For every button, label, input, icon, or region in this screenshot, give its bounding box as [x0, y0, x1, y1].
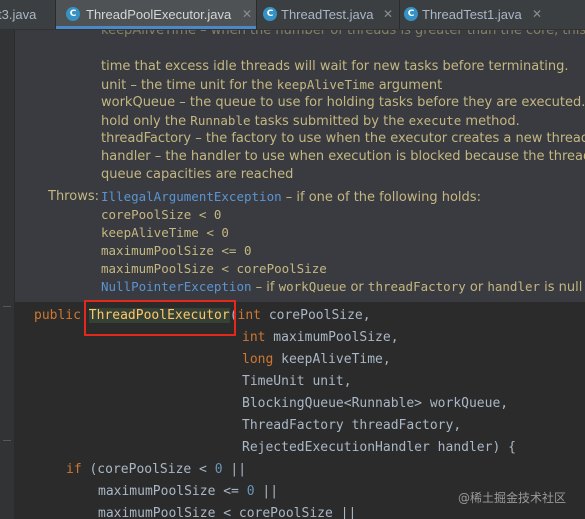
if-line: if (corePoolSize < 0 ||: [66, 462, 247, 477]
npe-line: NullPointerException – if workQueue or t…: [101, 279, 583, 295]
fold-marker[interactable]: [3, 306, 11, 307]
keyword-public: public: [34, 308, 81, 323]
java-class-icon: C: [404, 7, 418, 21]
exception-link[interactable]: IllegalArgumentException: [101, 189, 282, 204]
rendered-javadoc: keepAliveTime – when the number of threa…: [15, 30, 585, 302]
tab-label: ThreadTest1.java: [422, 7, 522, 22]
tab-label: ThreadPoolExecutor.java: [86, 7, 232, 22]
param-line: ThreadFactory threadFactory,: [242, 418, 462, 433]
doc-line: workQueue – the queue to use for holding…: [101, 95, 585, 110]
condition-line: maximumPoolSize < corePoolSize: [101, 261, 327, 276]
java-class-icon: C: [66, 7, 80, 21]
doc-line: threadFactory – the factory to use when …: [101, 131, 585, 146]
param-line: long keepAliveTime,: [242, 352, 391, 367]
doc-line: time that excess idle threads will wait …: [101, 59, 569, 74]
tab-threadtest-java[interactable]: C ThreadTest.java ✕: [257, 0, 399, 29]
watermark: @稀土掘金技术社区: [458, 491, 567, 505]
tab-t3-java[interactable]: t3.java: [0, 0, 54, 29]
param-line: int maximumPoolSize,: [242, 330, 399, 345]
throws-label: Throws:: [48, 189, 99, 204]
close-tab-icon[interactable]: ✕: [532, 0, 542, 29]
condition-line: maximumPoolSize <= 0: [101, 243, 252, 258]
annotation-highlight-box: [84, 300, 236, 336]
code-span: Runnable: [190, 113, 251, 128]
doc-line-hold: hold only the Runnable tasks submitted b…: [101, 113, 520, 129]
tab-label: ThreadTest.java: [281, 7, 374, 22]
close-tab-icon[interactable]: ✕: [383, 0, 393, 29]
close-tab-icon[interactable]: ✕: [242, 0, 252, 29]
exception-link[interactable]: NullPointerException: [101, 279, 252, 294]
editor-gutter[interactable]: [0, 30, 14, 519]
condition-line: corePoolSize < 0: [101, 207, 222, 222]
fold-marker[interactable]: [3, 440, 11, 441]
tab-threadpoolexecutor-java[interactable]: C ThreadPoolExecutor.java ✕: [56, 0, 256, 29]
throws-line: IllegalArgumentException – if one of the…: [101, 189, 481, 205]
doc-line-partial: keepAliveTime – when the number of threa…: [101, 30, 585, 38]
condition-code-line: maximumPoolSize < corePoolSize ||: [98, 506, 357, 519]
doc-line: queue capacities are reached: [101, 167, 294, 182]
tab-label: t3.java: [0, 7, 37, 22]
code-span: keepAliveTime: [276, 77, 375, 92]
param-line: BlockingQueue<Runnable> workQueue,: [242, 396, 509, 411]
condition-line: keepAliveTime < 0: [101, 225, 229, 240]
param-line: TimeUnit unit,: [242, 374, 352, 389]
condition-code-line: maximumPoolSize <= 0 ||: [98, 484, 279, 499]
tab-threadtest1-java[interactable]: C ThreadTest1.java ✕: [400, 0, 585, 29]
param-line: RejectedExecutionHandler handler) {: [242, 440, 516, 455]
doc-line: handler – the handler to use when execut…: [101, 149, 585, 164]
code-span: execute: [408, 113, 462, 128]
doc-line-unit: unit – the time unit for the keepAliveTi…: [101, 77, 443, 93]
editor-tab-bar: t3.java C ThreadPoolExecutor.java ✕ C Th…: [0, 0, 585, 30]
java-class-icon: C: [263, 7, 277, 21]
